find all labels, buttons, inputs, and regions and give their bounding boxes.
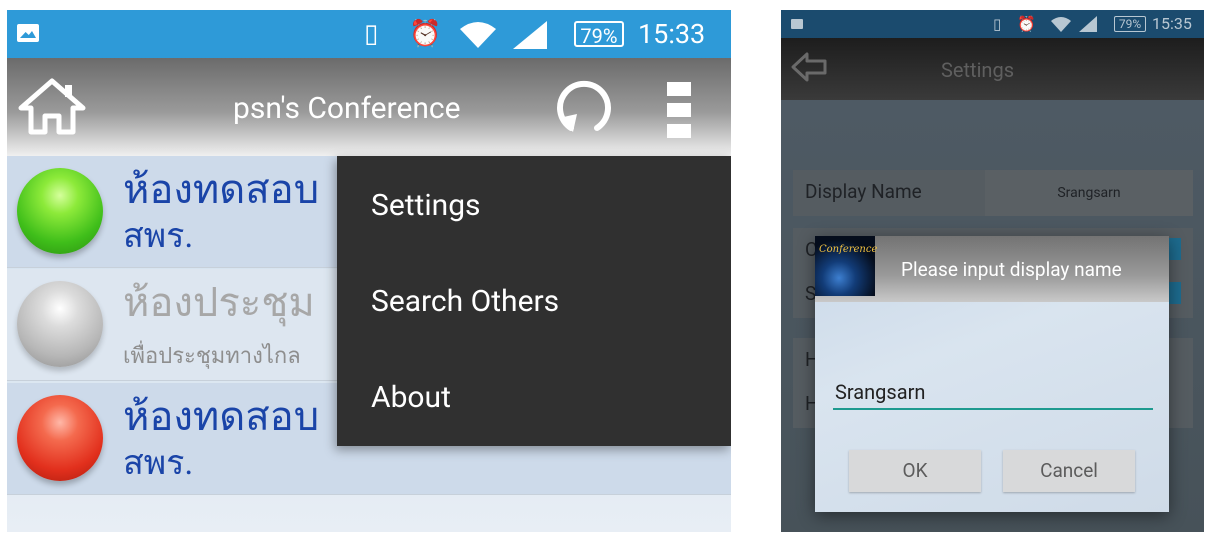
battery-indicator: 79%	[1114, 16, 1146, 32]
room-subtitle: สพร.	[123, 216, 194, 256]
display-name-dialog: Conference Please input display name OK …	[815, 236, 1169, 512]
home-icon[interactable]	[17, 76, 87, 138]
wifi-icon	[1051, 17, 1071, 32]
setting-display-name[interactable]: Display Name Srangsarn	[793, 170, 1193, 216]
status-time: 15:35	[1152, 14, 1192, 33]
room-subtitle: สพร.	[123, 443, 194, 483]
display-name-input[interactable]	[833, 376, 1153, 410]
room-subtitle: เพื่อประชุมทางไกล	[123, 344, 301, 369]
cancel-button[interactable]: Cancel	[1003, 450, 1135, 492]
logo-text: Conference	[819, 244, 878, 255]
signal-icon	[513, 21, 547, 49]
menu-item-settings[interactable]: Settings	[371, 188, 481, 224]
status-bar: ▯ ⏰ 79% 15:35	[781, 10, 1204, 38]
conference-logo-icon: Conference	[815, 236, 878, 296]
status-online-icon	[17, 168, 103, 254]
vibrate-icon: ▯	[364, 19, 379, 49]
overflow-menu: Settings Search Others About	[337, 156, 731, 446]
setting-value[interactable]: Srangsarn	[985, 170, 1193, 216]
room-name: ห้องทดสอบ	[123, 393, 320, 440]
battery-indicator: 79%	[574, 21, 624, 48]
signal-icon	[1079, 16, 1097, 32]
room-name: ห้องประชุม	[123, 279, 315, 326]
status-idle-icon	[17, 281, 103, 367]
overflow-menu-icon[interactable]	[667, 82, 693, 138]
refresh-icon[interactable]	[551, 74, 617, 140]
left-phone-screen: ▯ ⏰ 79% 15:33 psn's Conference ห้องทดสอบ…	[7, 10, 731, 532]
right-phone-screen: ▯ ⏰ 79% 15:35 Settings Display Name Sran…	[781, 10, 1204, 532]
alarm-icon: ⏰	[1017, 15, 1036, 33]
ok-button[interactable]: OK	[849, 450, 981, 492]
setting-label: Display Name	[805, 180, 922, 203]
status-time: 15:33	[638, 18, 706, 50]
status-busy-icon	[17, 395, 103, 481]
back-icon[interactable]	[791, 52, 827, 82]
app-bar: Settings	[781, 38, 1204, 100]
app-bar: psn's Conference	[7, 58, 731, 156]
room-name: ห้องทดสอบ	[123, 166, 320, 213]
vibrate-icon: ▯	[993, 15, 1002, 33]
dialog-title: Please input display name	[901, 258, 1122, 281]
alarm-icon: ⏰	[409, 19, 442, 49]
dialog-header: Conference Please input display name	[815, 236, 1169, 302]
app-title: psn's Conference	[233, 91, 461, 126]
menu-item-search-others[interactable]: Search Others	[371, 284, 559, 320]
status-bar: ▯ ⏰ 79% 15:33	[7, 10, 731, 58]
image-icon	[791, 19, 803, 29]
wifi-icon	[460, 22, 496, 48]
screen-title: Settings	[941, 58, 1015, 82]
image-icon	[17, 24, 39, 42]
menu-item-about[interactable]: About	[371, 380, 451, 416]
